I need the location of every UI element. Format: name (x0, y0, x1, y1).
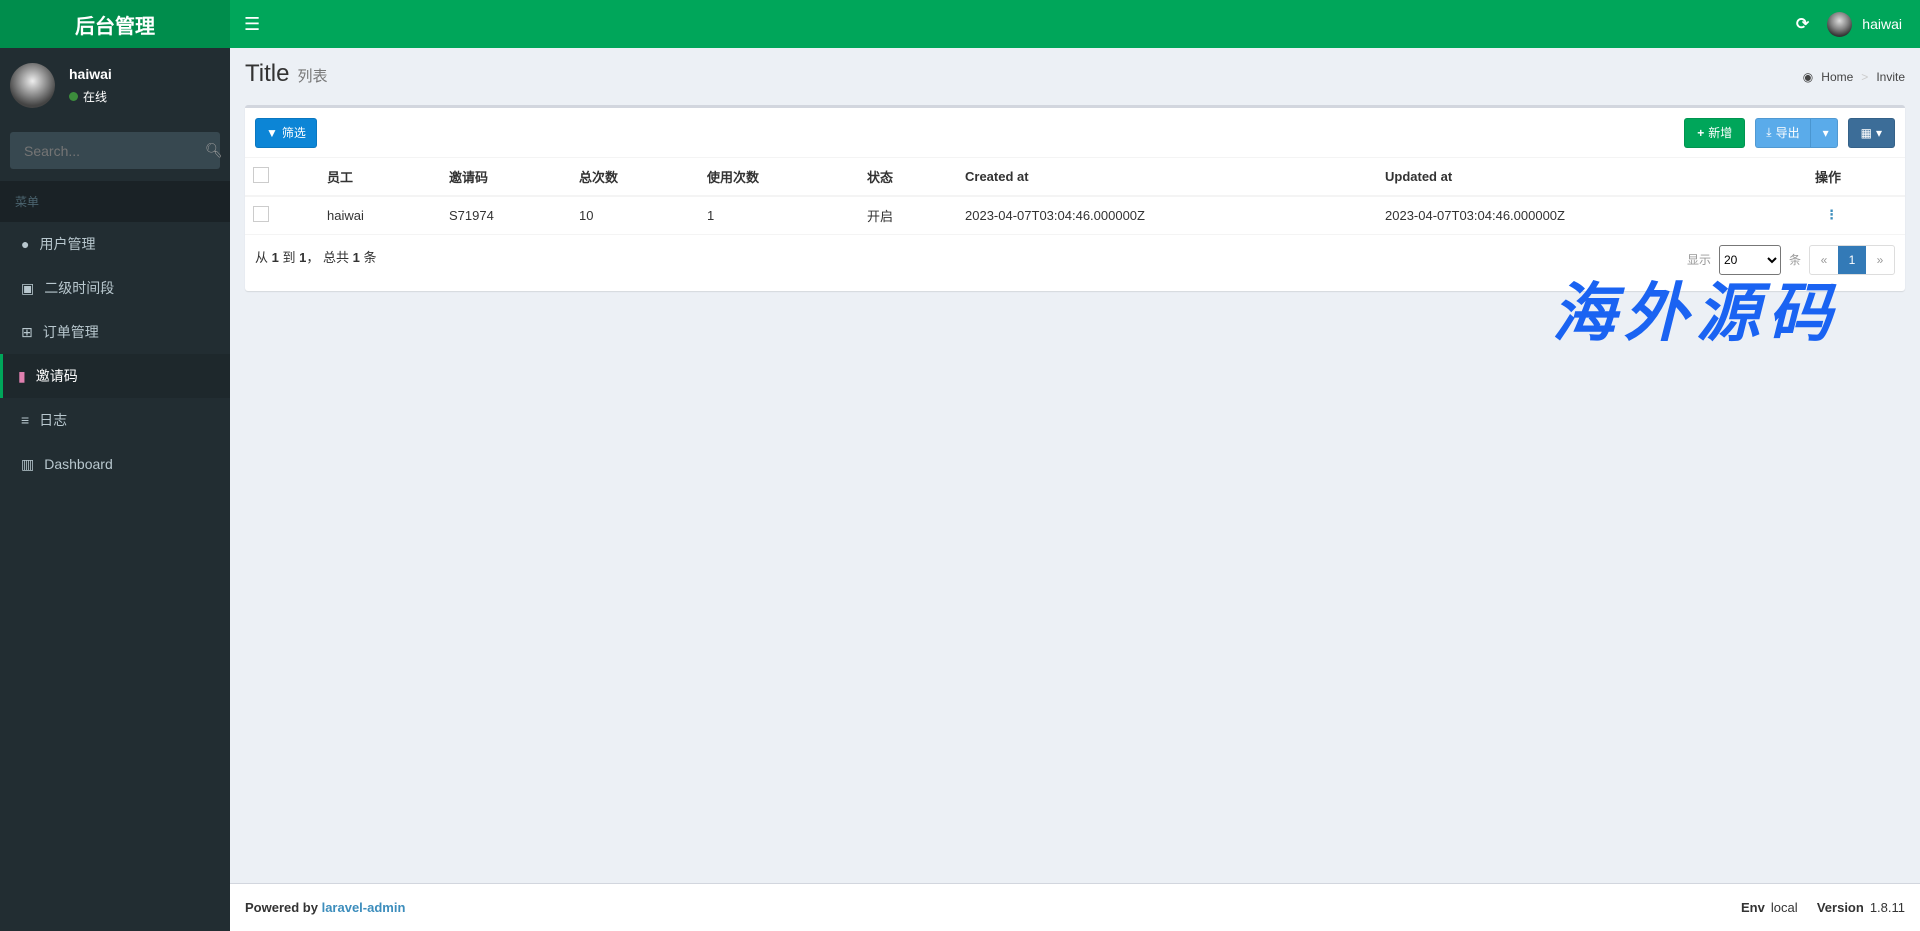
table-icon: ▦ (1860, 125, 1872, 140)
cell-code: S71974 (449, 196, 579, 235)
row-checkbox[interactable] (253, 205, 269, 222)
avatar (1827, 11, 1853, 37)
data-table: 员工 邀请码 总次数 使用次数 状态 Created at Updated at… (245, 158, 1905, 235)
row-actions-icon[interactable]: ⋮ (1815, 207, 1838, 222)
sidebar-item-label: 日志 (39, 412, 68, 428)
refresh-icon[interactable]: ⟳ (1796, 14, 1809, 34)
online-dot-icon (69, 91, 78, 101)
top-navbar: 后台管理 ☰ ⟳ haiwai (0, 0, 1920, 48)
page-title: Title (245, 60, 290, 87)
status-text: 在线 (83, 89, 108, 104)
column-header[interactable]: 邀请码 (449, 158, 579, 197)
table-header-row: 员工 邀请码 总次数 使用次数 状态 Created at Updated at… (245, 158, 1905, 197)
select-all-checkbox[interactable] (253, 167, 269, 183)
user-name: haiwai (1862, 16, 1902, 32)
invite-icon: ▮ (18, 367, 26, 384)
sidebar-item-users[interactable]: ● 用户管理 (0, 222, 230, 266)
breadcrumb-separator: > (1861, 70, 1869, 84)
logo[interactable]: 后台管理 (0, 0, 230, 48)
sidebar-item-label: Dashboard (44, 456, 113, 472)
powered-by: Powered by laravel-admin (245, 900, 406, 915)
export-dropdown-caret-icon[interactable]: ▾ (1815, 126, 1837, 140)
page-button[interactable]: 1 (1838, 245, 1866, 274)
user-panel: haiwai 在线 (0, 48, 230, 122)
sidebar-item-label: 邀请码 (35, 368, 78, 384)
column-header[interactable]: 总次数 (579, 158, 707, 197)
menu-toggle-icon[interactable]: ☰ (244, 14, 260, 35)
cell-employee: haiwai (327, 196, 449, 235)
cell-updated: 2023-04-07T03:04:46.000000Z (1385, 196, 1815, 235)
filter-button[interactable]: ▼ 筛选 (255, 117, 317, 148)
sidebar-item-label: 二级时间段 (44, 280, 115, 296)
export-button[interactable]: ⤓ 导出 ▾ (1755, 117, 1838, 148)
avatar (10, 62, 55, 108)
laravel-admin-link[interactable]: laravel-admin (322, 900, 406, 915)
sidebar-item-logs[interactable]: ≡ 日志 (0, 398, 230, 442)
new-button[interactable]: + 新增 (1684, 117, 1746, 148)
filter-icon: ▼ (266, 125, 278, 140)
breadcrumb-current: Invite (1876, 70, 1905, 84)
cell-created: 2023-04-07T03:04:46.000000Z (965, 196, 1385, 235)
breadcrumb: ◉ Home > Invite (1803, 70, 1905, 84)
column-header[interactable]: 状态 (867, 158, 965, 197)
filter-label: 筛选 (281, 126, 306, 140)
caret-down-icon: ▾ (1875, 125, 1882, 140)
sidebar-item-label: 用户管理 (39, 236, 96, 252)
calendar-check-icon: ▣ (21, 279, 35, 296)
new-label: 新增 (1708, 126, 1733, 140)
content-header: Title 列表 ◉ Home > Invite (245, 60, 1905, 96)
sidebar-item-time-slots[interactable]: ▣ 二级时间段 (0, 266, 230, 310)
search-input[interactable] (24, 142, 205, 159)
breadcrumb-home[interactable]: Home (1821, 70, 1853, 84)
column-header[interactable]: Updated at (1385, 158, 1815, 197)
table-row: haiwai S71974 10 1 开启 2023-04-07T03:04:4… (245, 196, 1905, 235)
sidebar-item-orders[interactable]: ⊞ 订单管理 (0, 310, 230, 354)
sidebar-item-invite[interactable]: ▮ 邀请码 (0, 354, 230, 398)
user-status: 在线 (69, 88, 112, 105)
column-header: 操作 (1815, 158, 1905, 197)
column-header[interactable]: Created at (965, 158, 1385, 197)
cart-icon: ⊞ (21, 323, 33, 340)
cell-total: 10 (579, 196, 707, 235)
sidebar-search: 🔍︎ (10, 132, 223, 169)
cell-status: 开启 (867, 196, 965, 235)
list-icon: ≡ (21, 412, 30, 428)
menu-header: 菜单 (0, 181, 230, 222)
columns-button[interactable]: ▦ ▾ (1847, 117, 1895, 148)
column-header[interactable]: 员工 (327, 158, 449, 197)
export-label: 导出 (1775, 126, 1800, 140)
search-icon[interactable]: 🔍︎ (205, 142, 223, 159)
footer-meta: Env local Version 1.8.11 (1741, 900, 1905, 915)
sidebar-item-label: 订单管理 (42, 324, 99, 340)
plus-icon: + (1697, 125, 1705, 140)
column-header[interactable]: 使用次数 (707, 158, 867, 197)
user-name: haiwai (69, 65, 112, 82)
cell-used: 1 (707, 196, 867, 235)
bar-chart-icon: ▥ (21, 455, 35, 472)
footer: Powered by laravel-admin Env local Versio… (230, 883, 1920, 931)
watermark: 海外源码 (1552, 276, 1840, 351)
next-page-button[interactable]: » (1866, 246, 1894, 274)
sidebar-item-dashboard[interactable]: ▥ Dashboard (0, 442, 230, 486)
user-icon: ● (21, 236, 30, 252)
pagination-summary: 从 1 到 1， 总共 1 条 (255, 249, 377, 265)
dashboard-icon: ◉ (1802, 70, 1814, 84)
toolbar: ▼ 筛选 + 新增 ⤓ 导出 ▾ ▦ ▾ (245, 108, 1905, 158)
user-menu[interactable]: haiwai (1827, 11, 1902, 37)
page-subtitle: 列表 (297, 68, 328, 85)
download-icon: ⤓ (1766, 125, 1772, 139)
sidebar: haiwai 在线 🔍︎ 菜单 ●用户管理 ▣二级时间段 ⊞订单管理 ▮邀请码 … (0, 48, 230, 931)
